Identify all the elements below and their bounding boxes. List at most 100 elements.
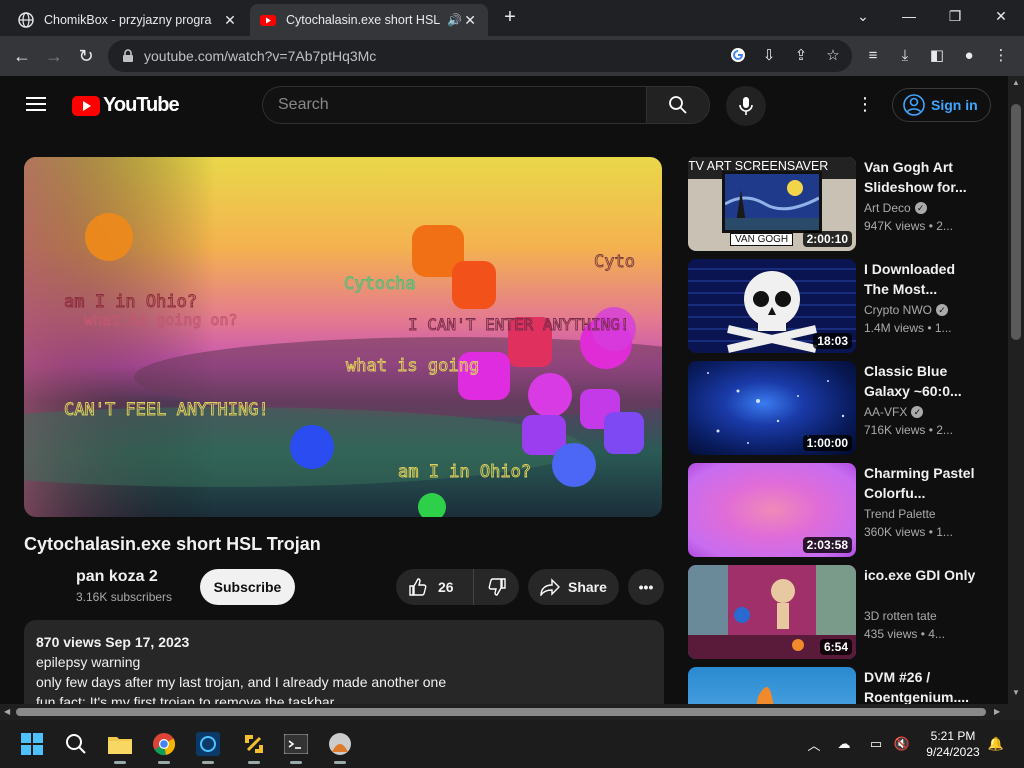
start-button[interactable]	[16, 728, 48, 760]
recommendation-item[interactable]: 1:00:00 Classic Blue Galaxy ~60:0... AA-…	[688, 361, 998, 455]
recommendation-item[interactable]: 18:03 I Downloaded The Most... Crypto NW…	[688, 259, 998, 353]
recommendation-channel[interactable]: Art Deco ✓	[864, 201, 927, 215]
more-actions-button[interactable]: •••	[628, 569, 664, 605]
network-icon[interactable]: ▭	[866, 734, 886, 754]
channel-label: Crypto NWO	[864, 303, 933, 317]
recommendation-channel[interactable]: AA-VFX ✓	[864, 405, 924, 419]
install-app-icon[interactable]: ⇩	[758, 44, 780, 66]
recommendation-title[interactable]: Classic Blue Galaxy ~60:0...	[864, 361, 976, 401]
close-tab-icon[interactable]: ✕	[222, 12, 238, 29]
recommendation-item[interactable]: 2:03:58 Charming Pastel Colorfu... Trend…	[688, 463, 998, 557]
clock-time: 5:21 PM	[930, 729, 976, 743]
scroll-down-arrow-icon[interactable]: ▼	[1012, 688, 1020, 697]
minimize-button[interactable]: —	[886, 0, 932, 32]
vertical-scroll-thumb[interactable]	[1011, 104, 1021, 340]
browser-menu-icon[interactable]: ⋮	[990, 44, 1012, 66]
notification-bell-icon[interactable]: 🔔	[986, 734, 1006, 754]
like-button[interactable]: 26	[396, 569, 474, 605]
back-button[interactable]: ←	[8, 42, 36, 70]
show-hidden-icons-chevron-icon[interactable]: ︿	[804, 734, 824, 754]
lock-icon[interactable]	[122, 49, 134, 63]
recommendation-item[interactable]: DVM #26 / Roentgenium....	[688, 667, 998, 704]
video-thumbnail[interactable]: 18:03	[688, 259, 856, 353]
side-panel-icon[interactable]: ◧	[926, 44, 948, 66]
close-tab-icon[interactable]: ✕	[462, 12, 478, 29]
file-explorer-button[interactable]	[104, 728, 136, 764]
settings-more-icon[interactable]: ⋮	[856, 94, 874, 116]
recommendation-item[interactable]: TV ART SCREENSAVER VAN GOGH 2:00:10 Van …	[688, 157, 998, 251]
account-circle-icon	[903, 94, 925, 116]
description-line: fun fact: It's my first trojan to remove…	[36, 694, 335, 704]
channel-avatar[interactable]	[24, 565, 64, 605]
tab-chomikbox[interactable]: ChomikBox - przyjazny program ✕	[8, 4, 248, 36]
speaker-icon[interactable]: 🔊	[447, 13, 462, 27]
scroll-right-arrow-icon[interactable]: ▶	[994, 707, 1000, 716]
recommendation-meta: 435 views • 4...	[864, 627, 945, 641]
voice-search-button[interactable]	[726, 86, 766, 126]
archive-tool-taskbar-button[interactable]	[238, 728, 270, 764]
video-duration: 18:03	[813, 333, 852, 349]
channel-name[interactable]: pan koza 2	[76, 568, 158, 586]
recommendation-item[interactable]: 6:54 ico.exe GDI Only 3D rotten tate 435…	[688, 565, 998, 659]
reload-button[interactable]: ↻	[72, 42, 100, 70]
downloads-icon[interactable]: ⤓	[894, 44, 916, 66]
video-thumbnail[interactable]: 1:00:00	[688, 361, 856, 455]
new-tab-button[interactable]: +	[498, 6, 522, 30]
sign-in-button[interactable]: Sign in	[892, 88, 991, 122]
vertical-scrollbar[interactable]: ▲ ▼	[1008, 76, 1024, 704]
video-duration: 2:03:58	[802, 537, 852, 553]
recommendation-title[interactable]: ico.exe GDI Only	[864, 565, 976, 605]
video-thumbnail[interactable]: TV ART SCREENSAVER VAN GOGH 2:00:10	[688, 157, 856, 251]
horizontal-scroll-thumb[interactable]	[16, 708, 986, 716]
video-thumbnail[interactable]	[688, 667, 856, 704]
video-thumbnail[interactable]: 6:54	[688, 565, 856, 659]
like-count: 26	[438, 579, 454, 595]
search-taskbar-button[interactable]	[60, 728, 92, 760]
profile-icon[interactable]: ●	[958, 44, 980, 66]
thumbs-up-icon	[409, 578, 427, 596]
cloud-sync-icon[interactable]: ☁	[834, 734, 854, 754]
recommendation-channel[interactable]: Crypto NWO ✓	[864, 303, 949, 317]
hamburger-menu-icon[interactable]	[26, 96, 46, 112]
visual-studio-taskbar-button[interactable]	[192, 728, 224, 764]
like-dislike-group: 26	[396, 569, 519, 605]
recommendation-channel[interactable]: 3D rotten tate	[864, 609, 937, 623]
recommendation-title[interactable]: Charming Pastel Colorfu...	[864, 463, 976, 503]
restore-button[interactable]: ❐	[932, 0, 978, 32]
google-lens-icon[interactable]	[727, 44, 749, 66]
youtube-logo[interactable]: YouTube	[72, 94, 180, 117]
recommendation-channel[interactable]: Trend Palette	[864, 507, 936, 521]
dislike-button[interactable]	[474, 569, 519, 605]
bookmark-star-icon[interactable]: ☆	[822, 44, 844, 66]
forward-button[interactable]: →	[40, 42, 68, 70]
share-button[interactable]: Share	[528, 569, 619, 605]
tab-title: Cytochalasin.exe short HSL T	[286, 13, 444, 27]
video-player[interactable]: am I in Ohio? what is going on? I CAN'T …	[24, 157, 662, 517]
search-button[interactable]	[646, 86, 710, 124]
media-queue-icon[interactable]: ≡	[862, 44, 884, 66]
subscribe-button[interactable]: Subscribe	[200, 569, 295, 605]
scroll-left-arrow-icon[interactable]: ◀	[4, 707, 10, 716]
terminal-taskbar-button[interactable]	[280, 728, 312, 764]
media-app-taskbar-button[interactable]	[324, 728, 356, 764]
recommendation-title[interactable]: I Downloaded The Most...	[864, 259, 976, 299]
horizontal-scrollbar[interactable]: ◀ ▶	[0, 704, 1024, 720]
volume-muted-icon[interactable]: 🔇	[892, 734, 912, 754]
video-thumbnail[interactable]: 2:03:58	[688, 463, 856, 557]
system-clock[interactable]: 5:21 PM 9/24/2023	[920, 728, 986, 760]
video-duration: 1:00:00	[802, 435, 852, 451]
close-window-button[interactable]: ✕	[978, 0, 1024, 32]
video-overlay-text: am I in Ohio?	[64, 292, 197, 312]
scroll-up-arrow-icon[interactable]: ▲	[1012, 78, 1020, 87]
search-input[interactable]: Search	[262, 86, 646, 124]
recommendation-title[interactable]: DVM #26 / Roentgenium....	[864, 667, 976, 704]
tab-search-chevron-icon[interactable]: ⌄	[840, 0, 886, 32]
video-overlay-text: Cytocha	[344, 274, 416, 294]
recommendation-title[interactable]: Van Gogh Art Slideshow for...	[864, 157, 976, 197]
windows-logo-icon	[21, 733, 43, 755]
share-page-icon[interactable]: ⇪	[790, 44, 812, 66]
chrome-taskbar-button[interactable]	[148, 728, 180, 764]
thumbnail-subcaption: VAN GOGH	[730, 233, 794, 246]
tab-youtube[interactable]: Cytochalasin.exe short HSL T 🔊 ✕	[250, 4, 488, 36]
description-box[interactable]: 870 views Sep 17, 2023 epilepsy warning …	[24, 620, 664, 704]
